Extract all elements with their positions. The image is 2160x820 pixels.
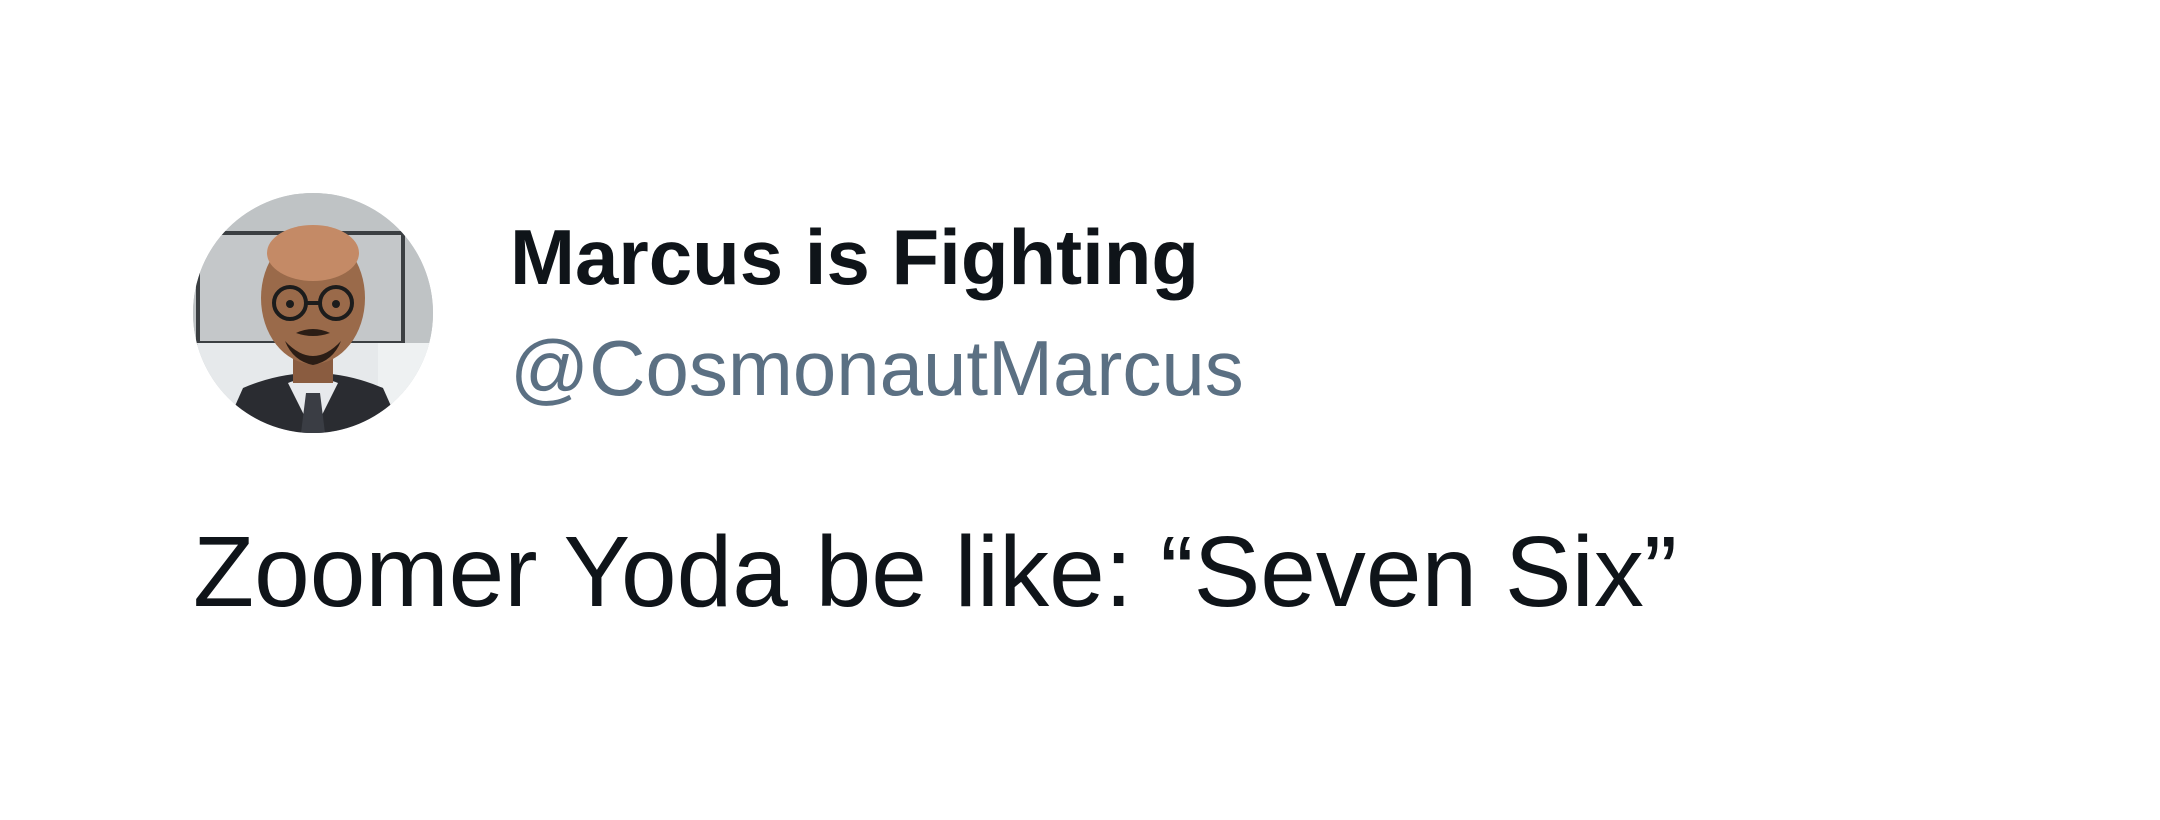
author-handle[interactable]: @CosmonautMarcus: [510, 323, 1244, 413]
tweet-text: Zoomer Yoda be like: “Seven Six”: [193, 516, 1678, 628]
profile-photo-icon: [193, 193, 433, 433]
tweet-card: Marcus is Fighting @CosmonautMarcus Zoom…: [0, 0, 2160, 820]
author-display-name[interactable]: Marcus is Fighting: [510, 212, 1199, 302]
avatar[interactable]: [193, 193, 433, 433]
